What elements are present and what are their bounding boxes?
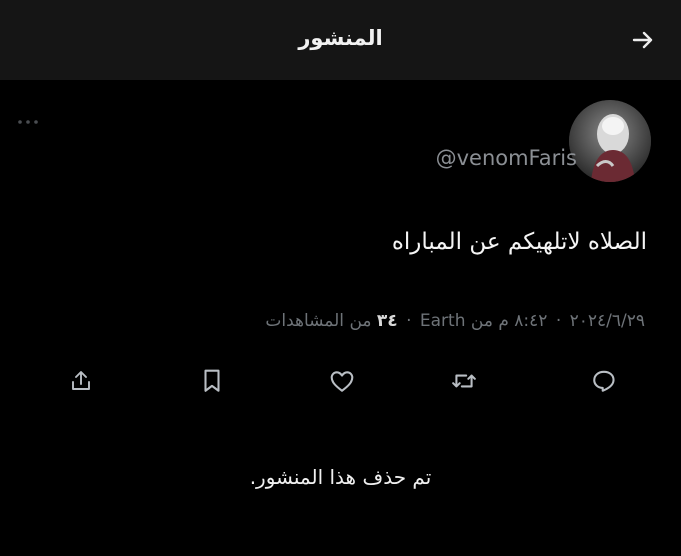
reply-icon: [593, 370, 615, 392]
more-horizontal-icon: [18, 120, 38, 124]
reply-button[interactable]: [587, 364, 621, 398]
avatar-image: [569, 100, 651, 182]
page-title: المنشور: [298, 26, 383, 50]
retweet-button[interactable]: [447, 364, 481, 398]
tweet-date: ٢٠٢٤/٦/٢٩: [569, 311, 645, 331]
avatar[interactable]: [569, 100, 651, 182]
tweet-meta: ٢٠٢٤/٦/٢٩ · ٨:٤٢ م من Earth · ٣٤ من المش…: [265, 311, 645, 331]
share-button[interactable]: [64, 364, 98, 398]
user-handle[interactable]: @venomFaris: [436, 146, 577, 170]
meta-separator: ·: [555, 311, 562, 331]
like-button[interactable]: [325, 364, 359, 398]
back-button[interactable]: [627, 24, 659, 56]
bookmark-button[interactable]: [195, 364, 229, 398]
views-count: ٣٤: [376, 311, 398, 331]
tweet-time-source: ٨:٤٢ م من Earth: [419, 311, 548, 331]
deleted-post-notice: تم حذف هذا المنشور.: [249, 465, 432, 489]
tweet-text: الصلاه لاتلهيكم عن المباراه: [391, 229, 647, 255]
meta-separator: ·: [406, 311, 412, 331]
more-options-button[interactable]: [14, 114, 42, 130]
heart-icon: [330, 371, 354, 392]
bookmark-icon: [204, 369, 220, 392]
share-icon: [72, 371, 90, 390]
arrow-right-icon: [632, 31, 653, 49]
top-bar: المنشور: [0, 0, 681, 80]
views-label: من المشاهدات: [265, 311, 372, 331]
retweet-icon: [452, 374, 476, 388]
